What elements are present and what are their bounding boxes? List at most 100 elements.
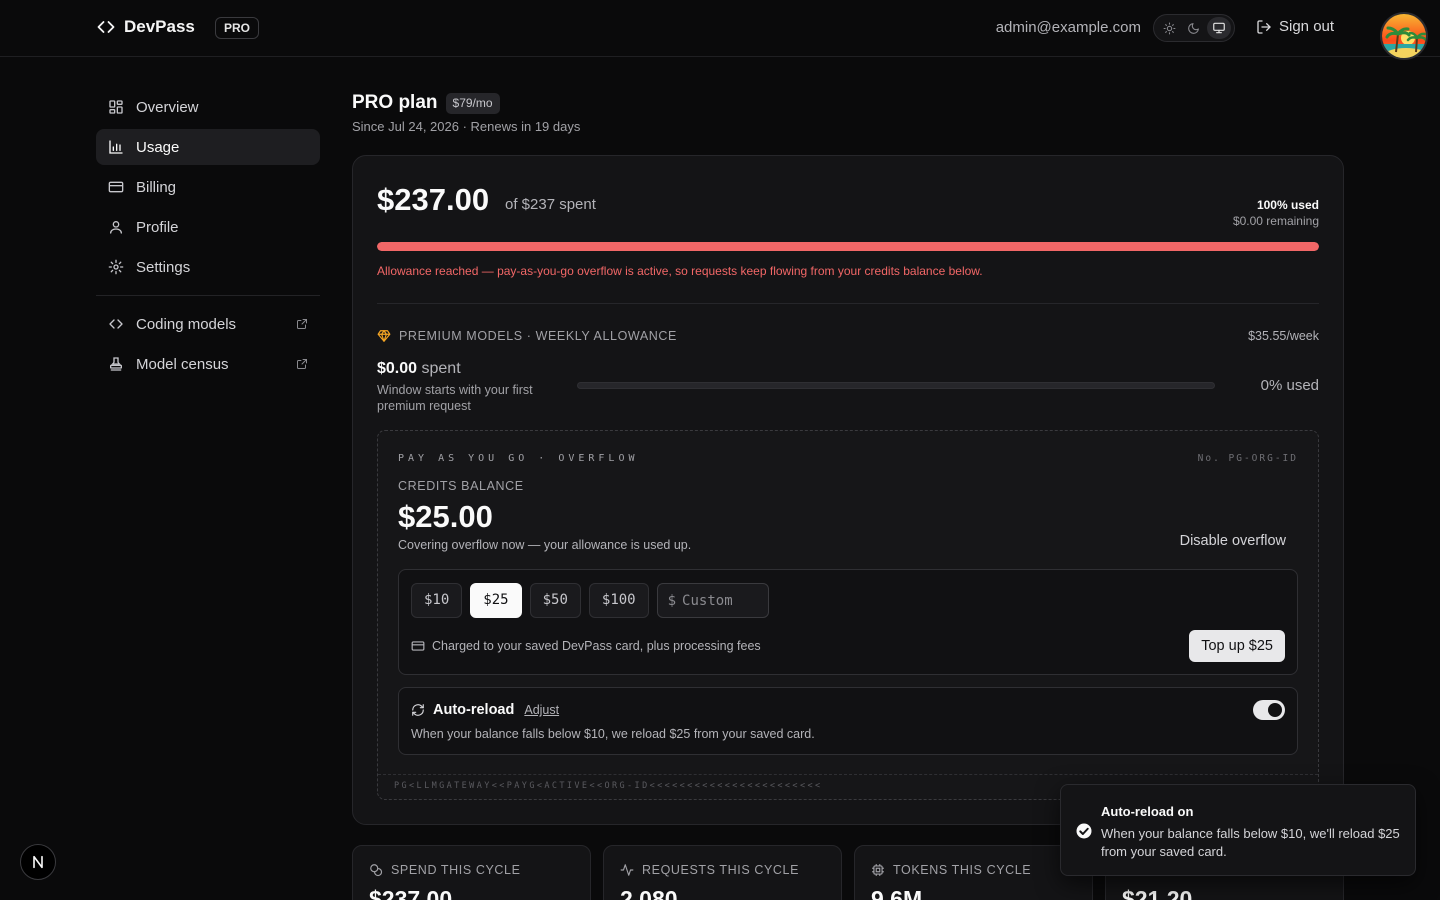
stat-card-requests: REQUESTS THIS CYCLE 2,080 <box>603 845 842 900</box>
log-out-icon <box>1257 19 1271 34</box>
spent-of-allowance: of $237 spent <box>505 196 596 213</box>
plan-badge: PRO <box>215 17 260 39</box>
code-icon <box>109 319 123 329</box>
premium-used-percent: 0% used <box>1260 377 1319 394</box>
plan-header: PRO plan $79/mo <box>352 92 500 114</box>
amount-option-10[interactable]: $10 <box>411 583 463 618</box>
stat-value: 2,080 <box>620 886 678 900</box>
sidebar-item-billing[interactable]: Billing <box>96 169 320 205</box>
charge-note-text: Charged to your saved DevPass card, plus… <box>432 639 761 653</box>
sidebar-item-label: Usage <box>136 138 180 156</box>
credits-label: CREDITS BALANCE <box>398 479 524 493</box>
dev-tools-badge[interactable] <box>20 844 56 880</box>
payg-heading: PAY AS YOU GO · OVERFLOW <box>398 453 639 464</box>
charge-note: Charged to your saved DevPass card, plus… <box>411 639 761 653</box>
gem-icon <box>377 330 391 342</box>
credit-card-icon <box>108 181 124 193</box>
sidebar-item-label: Coding models <box>136 315 237 333</box>
used-percent: 100% used <box>1256 198 1319 212</box>
credits-balance: $25.00 <box>398 499 493 534</box>
toast-notification[interactable]: Auto-reload on When your balance falls b… <box>1060 784 1416 876</box>
coins-icon <box>370 864 383 877</box>
stat-label: SPEND THIS CYCLE <box>369 863 521 877</box>
sign-out-button[interactable]: Sign out <box>1256 18 1334 35</box>
external-link-icon <box>297 319 307 329</box>
sun-icon <box>1163 22 1176 34</box>
sidebar-item-settings[interactable]: Settings <box>96 249 320 285</box>
credit-card-icon <box>411 641 425 651</box>
refresh-icon <box>412 704 424 716</box>
theme-system-button[interactable] <box>1206 17 1231 39</box>
auto-reload-box: Auto-reload Adjust When your balance fal… <box>398 687 1298 755</box>
premium-spent-value: $0.00 <box>377 360 418 377</box>
bar-chart-icon <box>109 140 123 154</box>
monitor-icon <box>1212 22 1225 34</box>
plan-subtitle: Since Jul 24, 2026 · Renews in 19 days <box>352 119 581 134</box>
top-bar: DevPass PRO admin@example.com Sign out <box>0 0 1440 60</box>
credits-note: Covering overflow now — your allowance i… <box>398 538 692 552</box>
sidebar-item-label: Settings <box>136 258 191 276</box>
brand-logo[interactable]: DevPass <box>96 17 195 37</box>
disable-overflow-button[interactable]: Disable overflow <box>1168 525 1298 557</box>
sidebar-divider <box>96 295 320 296</box>
sidebar-item-usage[interactable]: Usage <box>96 129 320 165</box>
auto-reload-title: Auto-reload <box>433 702 515 718</box>
amount-option-100[interactable]: $100 <box>588 583 649 618</box>
amount-options: $10 $25 $50 $100 $ <box>411 583 769 618</box>
allowance-warning: Allowance reached — pay-as-you-go overfl… <box>377 264 983 278</box>
adjust-link[interactable]: Adjust <box>524 703 559 717</box>
code-brackets-icon <box>97 21 115 33</box>
chip-icon <box>872 864 884 876</box>
custom-amount-input[interactable] <box>682 592 753 609</box>
premium-spent: $0.00 spent <box>377 360 461 378</box>
sidebar-link-model-census[interactable]: Model census <box>96 346 320 382</box>
stat-card-tokens: TOKENS THIS CYCLE 9.6M <box>854 845 1093 900</box>
sidebar-item-profile[interactable]: Profile <box>96 209 320 245</box>
premium-spent-suffix: spent <box>417 360 461 377</box>
payg-overflow-panel: PAY AS YOU GO · OVERFLOW No. PG-ORG-ID C… <box>377 430 1319 800</box>
topup-box: $10 $25 $50 $100 $ Charged to your saved… <box>398 569 1298 675</box>
avatar[interactable] <box>1380 12 1428 60</box>
activity-icon <box>620 864 634 876</box>
stamp-icon <box>110 357 122 371</box>
premium-rate: $35.55/week <box>1248 329 1319 343</box>
premium-label: PREMIUM MODELS · WEEKLY ALLOWANCE <box>377 329 677 343</box>
auto-reload-toggle[interactable] <box>1253 700 1285 720</box>
theme-switcher <box>1153 14 1235 42</box>
remaining-amount: $0.00 remaining <box>1232 214 1319 228</box>
usage-progress-fill <box>377 242 1319 251</box>
sidebar-item-overview[interactable]: Overview <box>96 89 320 125</box>
toast-title: Auto-reload on <box>1101 804 1194 819</box>
stat-label-text: REQUESTS THIS CYCLE <box>642 863 800 877</box>
sign-out-label: Sign out <box>1279 18 1335 35</box>
stat-label-text: SPEND THIS CYCLE <box>391 863 521 877</box>
premium-progress-bar <box>577 382 1215 389</box>
check-circle-icon <box>1076 823 1092 839</box>
auto-reload-note: When your balance falls below $10, we re… <box>411 727 815 741</box>
stat-value: 9.6M <box>871 886 923 900</box>
theme-light-button[interactable] <box>1157 17 1181 39</box>
sidebar-link-coding-models[interactable]: Coding models <box>96 306 320 342</box>
external-link-icon <box>297 359 307 369</box>
amount-option-50[interactable]: $50 <box>529 583 581 618</box>
custom-amount-field[interactable]: $ <box>656 583 769 618</box>
section-divider <box>377 303 1319 304</box>
amount-option-25[interactable]: $25 <box>470 583 522 618</box>
stat-label: TOKENS THIS CYCLE <box>871 863 1031 877</box>
theme-dark-button[interactable] <box>1182 17 1206 39</box>
n-logo-icon <box>33 855 43 869</box>
spent-amount: $237.00 <box>377 182 490 217</box>
plan-price-badge: $79/mo <box>445 92 500 114</box>
sidebar-item-label: Model census <box>136 355 229 373</box>
usage-progress-bar <box>377 242 1319 251</box>
stat-value: $21.20 <box>1122 886 1193 900</box>
user-email: admin@example.com <box>995 19 1141 36</box>
brand-name: DevPass <box>124 17 195 36</box>
stat-label: REQUESTS THIS CYCLE <box>620 863 799 877</box>
top-up-button[interactable]: Top up $25 <box>1189 630 1285 662</box>
stat-label-text: TOKENS THIS CYCLE <box>893 863 1032 877</box>
currency-prefix: $ <box>667 592 677 609</box>
sidebar: Overview Usage Billing Profile Settings … <box>96 89 320 386</box>
sidebar-item-label: Overview <box>136 98 199 116</box>
moon-icon <box>1188 22 1200 34</box>
